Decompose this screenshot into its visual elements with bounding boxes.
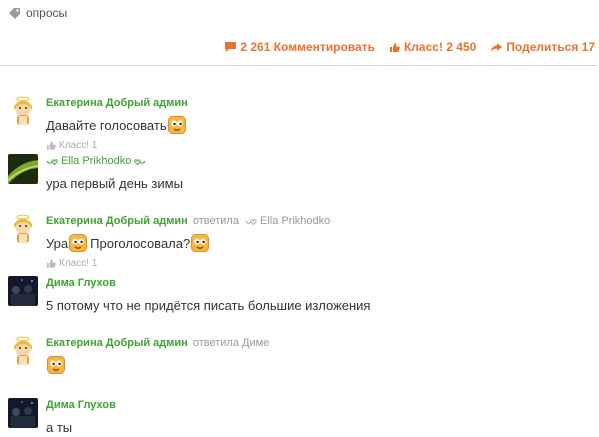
comment-author[interactable]: Дима Глухов [46, 399, 116, 411]
heart-decoration-icon [46, 158, 58, 165]
comment-author-label: Ella Prikhodko [61, 155, 132, 167]
comment-button-label: 2 261 Комментировать [240, 40, 375, 54]
share-button[interactable]: Поделиться 17 [490, 40, 595, 54]
comment-text: ура первый день зимы [46, 175, 183, 191]
comment-klass[interactable]: Класс! 1 [46, 140, 188, 151]
reply-target[interactable]: Ella Prikhodko [245, 215, 330, 227]
comment-text: 5 потому что не придётся писать большие … [46, 297, 371, 313]
comment-text: а ты [46, 419, 73, 435]
comment-icon [225, 42, 237, 52]
comment-author[interactable]: Дима Глухов [46, 277, 116, 289]
tag-icon [9, 7, 20, 19]
angel-avatar[interactable] [8, 96, 38, 126]
share-button-label: Поделиться 17 [506, 40, 595, 54]
comment-button[interactable]: 2 261 Комментировать [224, 40, 375, 54]
smile-emoji-icon [69, 234, 88, 252]
smile-emoji-icon [191, 234, 210, 252]
thumbs-up-icon [389, 42, 400, 52]
share-arrow-icon [491, 42, 503, 52]
smile-emoji-icon [47, 356, 65, 374]
comment-klass[interactable]: Класс! 1 [46, 258, 330, 269]
heart-decoration-icon [245, 218, 257, 225]
photo-avatar[interactable] [8, 154, 38, 184]
comment-author[interactable]: Екатерина Добрый админ [46, 337, 188, 349]
reply-target-label: Ella Prikhodko [259, 215, 331, 227]
comment-klass-label: Класс! 1 [59, 258, 98, 269]
tag-row[interactable]: опросы [8, 4, 67, 22]
replied-label[interactable]: ответила Диме [193, 337, 269, 349]
comment-author[interactable]: Екатерина Добрый админ [46, 215, 188, 227]
thumbs-up-icon [46, 141, 56, 150]
comment-author[interactable]: Ella Prikhodko [46, 155, 146, 167]
comment-author[interactable]: Екатерина Добрый админ [46, 97, 188, 109]
tag-label[interactable]: опросы [26, 6, 67, 20]
angel-avatar[interactable] [8, 214, 38, 244]
angel-avatar[interactable] [8, 336, 38, 366]
photo-avatar[interactable] [8, 276, 38, 306]
klass-button[interactable]: Класс! 2 450 [389, 40, 476, 54]
divider [0, 65, 597, 66]
thumbs-up-icon [46, 259, 56, 268]
comment-klass-label: Класс! 1 [59, 140, 98, 151]
comment-text: Ура [46, 235, 69, 251]
comment-text: Давайте голосовать [46, 117, 167, 133]
photo-avatar[interactable] [8, 398, 38, 428]
smile-emoji-icon [167, 116, 186, 134]
post-actions: 2 261 Комментировать Класс! 2 450 Подели… [224, 40, 595, 54]
klass-button-label: Класс! 2 450 [403, 40, 477, 54]
replied-label: ответила [192, 215, 239, 227]
comment-text: Проголосовала? [90, 235, 191, 251]
heart-decoration-icon [134, 158, 146, 165]
